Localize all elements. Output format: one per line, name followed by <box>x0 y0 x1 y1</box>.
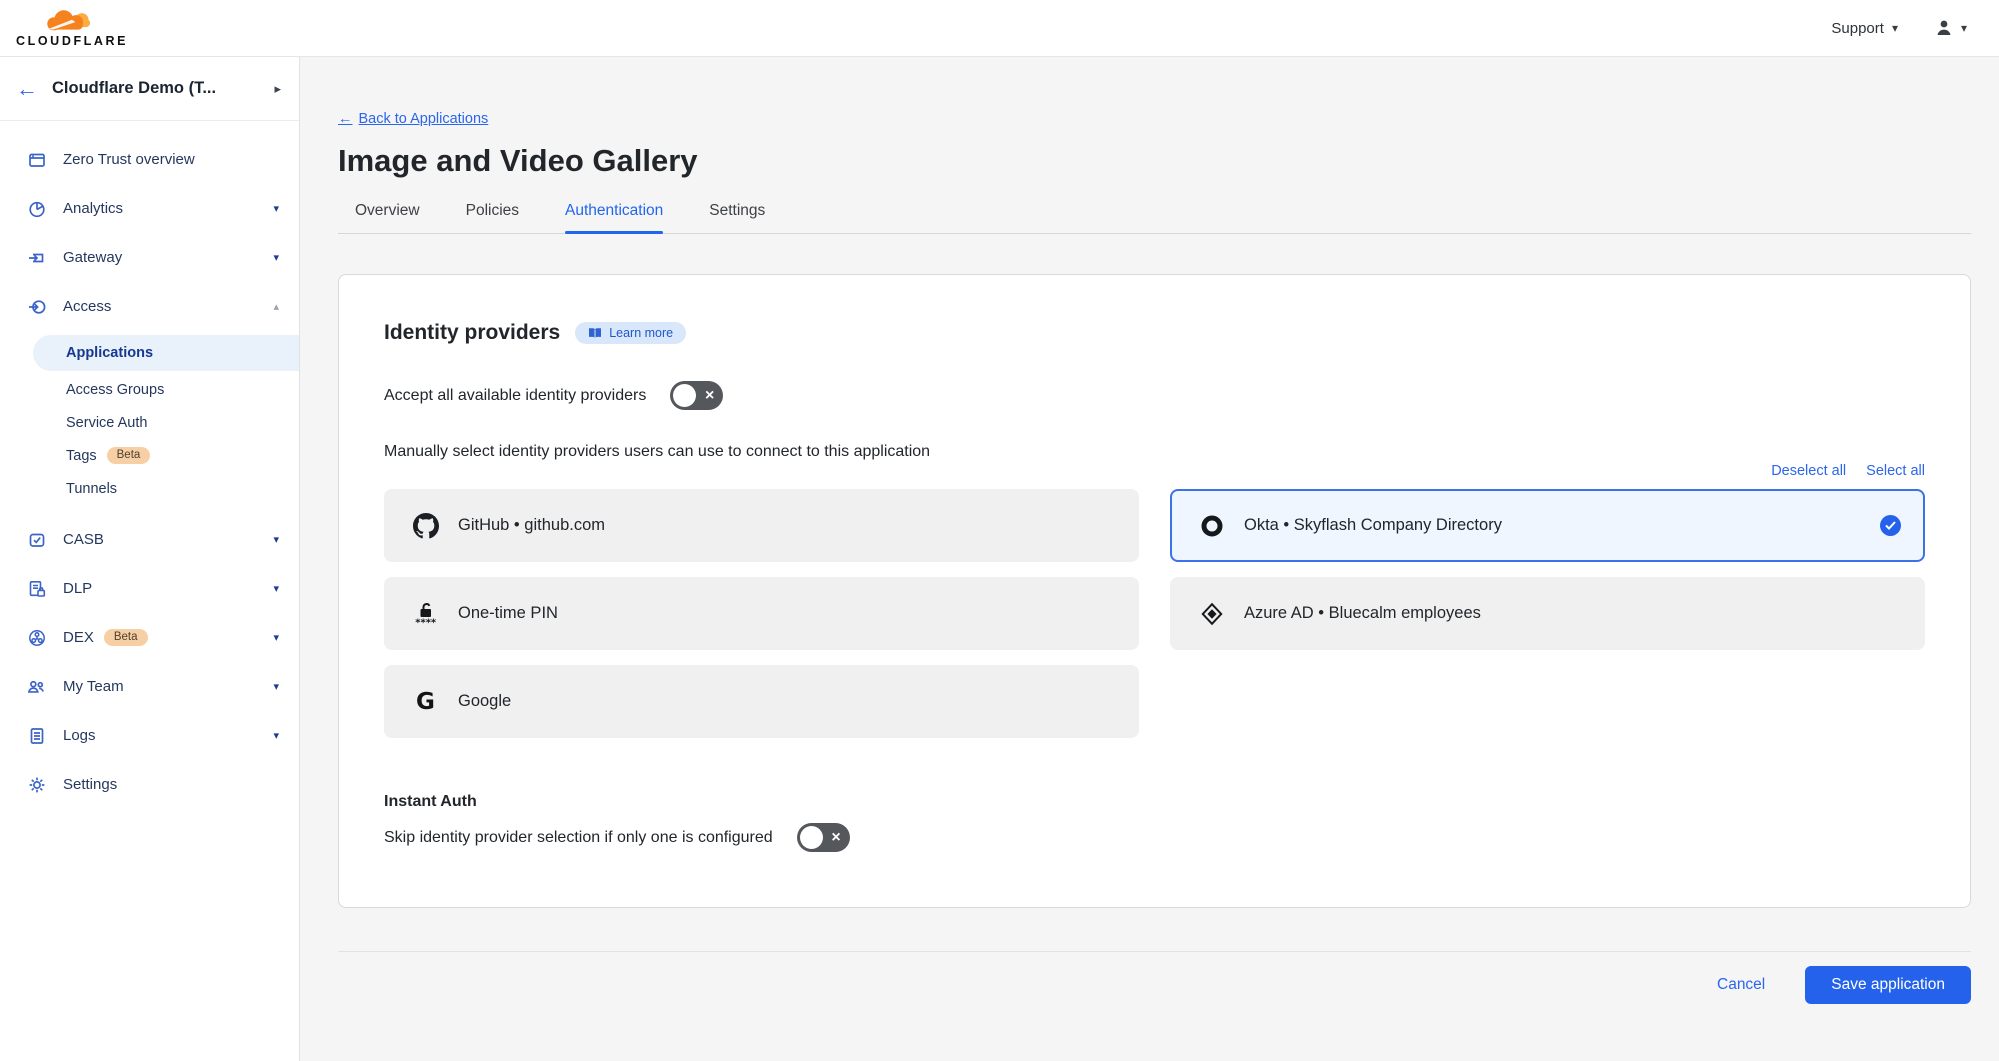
toggle-off-icon: × <box>705 388 714 404</box>
manual-select-text: Manually select identity providers users… <box>384 443 1925 461</box>
back-to-applications-link[interactable]: ← Back to Applications <box>338 111 488 127</box>
toggle-knob <box>673 384 696 407</box>
chevron-down-icon[interactable]: ▾ <box>273 582 279 595</box>
accept-all-toggle[interactable]: × <box>670 381 723 410</box>
cloudflare-logo[interactable]: CLOUDFLARE <box>16 9 128 48</box>
chevron-down-icon[interactable]: ▾ <box>273 251 279 264</box>
sidebar-item-my-team[interactable]: My Team ▾ <box>0 662 299 711</box>
sidebar-item-analytics[interactable]: Analytics ▾ <box>0 184 299 233</box>
tab-authentication[interactable]: Authentication <box>565 202 663 233</box>
sidebar-item-dex[interactable]: DEX Beta ▾ <box>0 613 299 662</box>
provider-card-google[interactable]: G Google <box>384 665 1139 738</box>
sidebar-nav: Zero Trust overview Analytics ▾ Gateway … <box>0 121 299 809</box>
instant-auth-toggle[interactable]: × <box>797 823 850 852</box>
chevron-up-icon[interactable]: ▴ <box>273 300 279 313</box>
sidebar-item-tunnels[interactable]: Tunnels <box>0 472 299 505</box>
top-header: CLOUDFLARE Support ▾ ▾ <box>0 0 1999 57</box>
deselect-all-link[interactable]: Deselect all <box>1771 463 1846 479</box>
save-application-button[interactable]: Save application <box>1805 966 1971 1004</box>
support-label: Support <box>1831 20 1884 37</box>
sidebar-item-access-groups[interactable]: Access Groups <box>0 373 299 406</box>
sidebar-item-gateway[interactable]: Gateway ▾ <box>0 233 299 282</box>
toggle-knob <box>800 826 823 849</box>
chevron-down-icon[interactable]: ▾ <box>273 680 279 693</box>
chevron-down-icon[interactable]: ▾ <box>273 533 279 546</box>
tab-policies[interactable]: Policies <box>466 202 519 233</box>
account-name: Cloudflare Demo (T... <box>52 79 216 98</box>
provider-name: GitHub • github.com <box>458 516 605 535</box>
selected-check-icon <box>1880 515 1901 536</box>
provider-card-github[interactable]: GitHub • github.com <box>384 489 1139 562</box>
dashboard-icon <box>26 149 47 170</box>
back-arrow-icon: ← <box>338 111 353 127</box>
chevron-down-icon[interactable]: ▾ <box>273 202 279 215</box>
beta-badge: Beta <box>107 447 151 465</box>
user-icon <box>1934 18 1954 38</box>
cloudflare-wordmark: CLOUDFLARE <box>16 35 128 48</box>
support-menu[interactable]: Support ▾ <box>1831 20 1898 37</box>
sidebar-item-casb[interactable]: CASB ▾ <box>0 515 299 564</box>
provider-name: Azure AD • Bluecalm employees <box>1244 604 1481 623</box>
provider-card-azure-ad[interactable]: Azure AD • Bluecalm employees <box>1170 577 1925 650</box>
back-arrow-icon[interactable]: ← <box>16 78 38 100</box>
main-content: ← Back to Applications Image and Video G… <box>300 57 1999 1061</box>
sidebar-item-applications[interactable]: Applications <box>33 335 299 371</box>
book-icon <box>588 327 602 339</box>
sidebar-item-settings[interactable]: Settings <box>0 760 299 809</box>
tab-overview[interactable]: Overview <box>355 202 420 233</box>
footer-actions: Cancel Save application <box>338 952 1971 1018</box>
toggle-off-icon: × <box>831 830 840 846</box>
chevron-down-icon: ▾ <box>1961 21 1967 35</box>
cancel-button[interactable]: Cancel <box>1717 976 1765 994</box>
sidebar-item-service-auth[interactable]: Service Auth <box>0 406 299 439</box>
provider-name: One-time PIN <box>458 604 558 623</box>
page-title: Image and Video Gallery <box>338 143 1971 179</box>
casb-icon <box>26 529 47 550</box>
azure-ad-icon <box>1198 600 1225 627</box>
beta-badge: Beta <box>104 629 148 647</box>
chevron-down-icon[interactable]: ▾ <box>273 631 279 644</box>
provider-name: Okta • Skyflash Company Directory <box>1244 516 1502 535</box>
one-time-pin-icon: **** <box>412 600 439 627</box>
chevron-down-icon[interactable]: ▾ <box>273 729 279 742</box>
app-tabs: Overview Policies Authentication Setting… <box>338 202 1971 234</box>
provider-card-one-time-pin[interactable]: **** One-time PIN <box>384 577 1139 650</box>
sidebar-item-logs[interactable]: Logs ▾ <box>0 711 299 760</box>
instant-auth-title: Instant Auth <box>384 793 1925 811</box>
sidebar-item-dlp[interactable]: DLP ▾ <box>0 564 299 613</box>
user-menu[interactable]: ▾ <box>1934 18 1967 38</box>
sidebar-item-zero-trust-overview[interactable]: Zero Trust overview <box>0 135 299 184</box>
provider-card-okta[interactable]: Okta • Skyflash Company Directory <box>1170 489 1925 562</box>
dex-icon <box>26 627 47 648</box>
access-icon <box>26 296 47 317</box>
github-icon <box>412 512 439 539</box>
google-icon: G <box>412 688 439 715</box>
cloudflare-cloud-icon <box>29 9 115 37</box>
sidebar-item-tags[interactable]: Tags Beta <box>0 439 299 472</box>
svg-text:****: **** <box>415 617 437 626</box>
sidebar-item-access[interactable]: Access ▴ <box>0 282 299 331</box>
card-title: Identity providers <box>384 321 560 345</box>
identity-providers-card: Identity providers Learn more Accept all… <box>338 274 1971 908</box>
gear-icon <box>26 774 47 795</box>
analytics-pie-icon <box>26 198 47 219</box>
gateway-icon <box>26 247 47 268</box>
chevron-down-icon: ▾ <box>1892 21 1898 35</box>
okta-icon <box>1198 512 1225 539</box>
chevron-right-icon[interactable]: ▸ <box>274 81 281 97</box>
account-switcher: ← Cloudflare Demo (T... ▸ <box>0 57 299 121</box>
accept-all-label: Accept all available identity providers <box>384 387 646 405</box>
providers-grid: GitHub • github.com Okta • Skyflash Comp… <box>384 489 1925 738</box>
learn-more-badge[interactable]: Learn more <box>575 322 686 344</box>
instant-auth-label: Skip identity provider selection if only… <box>384 829 773 847</box>
sidebar: ← Cloudflare Demo (T... ▸ Zero Trust ove… <box>0 57 300 1061</box>
select-all-link[interactable]: Select all <box>1866 463 1925 479</box>
access-submenu: Applications Access Groups Service Auth … <box>0 331 299 515</box>
tab-settings[interactable]: Settings <box>709 202 765 233</box>
dlp-icon <box>26 578 47 599</box>
provider-name: Google <box>458 692 511 711</box>
logs-icon <box>26 725 47 746</box>
team-icon <box>26 676 47 697</box>
